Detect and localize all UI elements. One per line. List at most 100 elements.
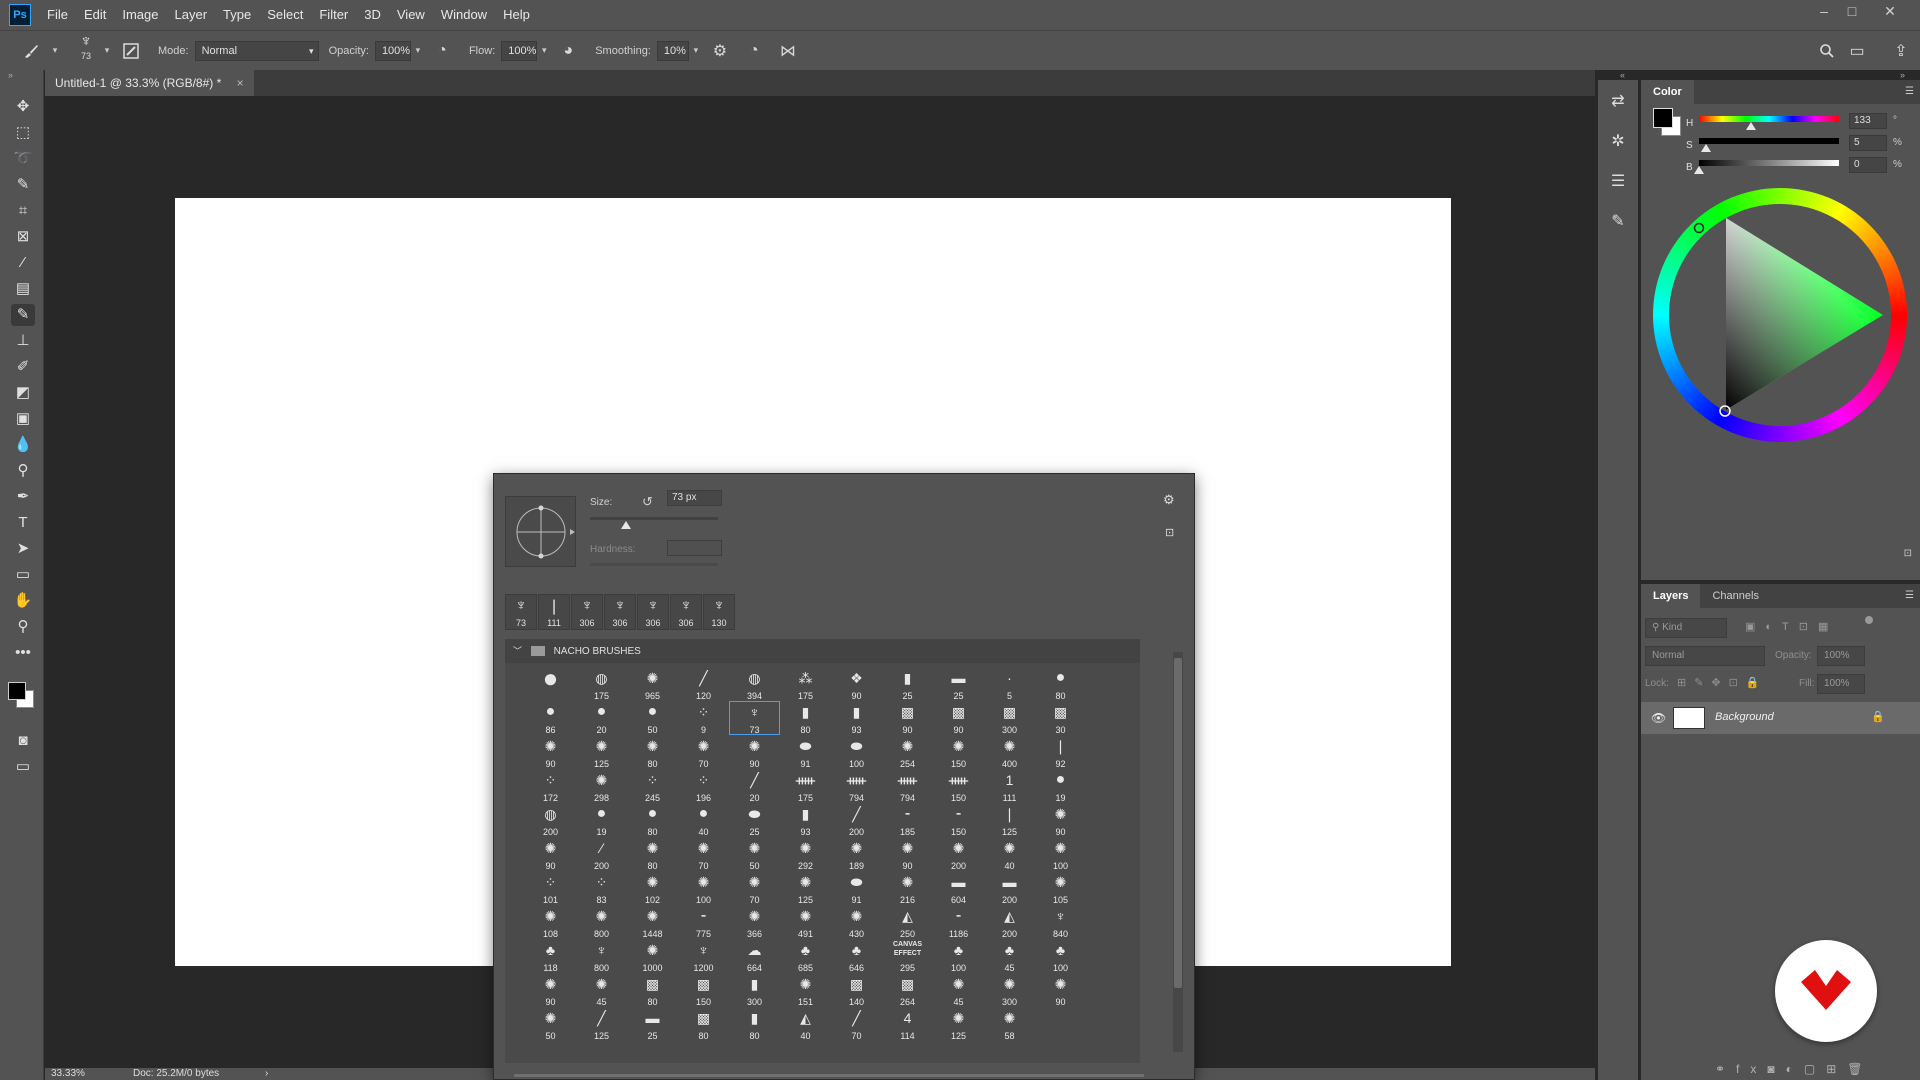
horizontal-scrollbar[interactable] xyxy=(514,1074,1144,1077)
recent-brush[interactable]: ❘ 111 xyxy=(538,594,570,630)
brush-preset[interactable]: ⁘ 196 xyxy=(678,769,729,803)
brush-preset[interactable]: ▮ 93 xyxy=(831,701,882,735)
brush-preset[interactable]: ⁄ 200 xyxy=(576,837,627,871)
layer-opacity-input[interactable]: 100% xyxy=(1817,646,1865,666)
gear-icon[interactable]: ⚙ xyxy=(1163,492,1175,508)
brush-preset[interactable]: ✺ 100 xyxy=(1035,837,1086,871)
fill-input[interactable]: 100% xyxy=(1817,674,1865,694)
quick-mask-icon[interactable]: ◙ xyxy=(11,730,35,752)
brush-preset[interactable]: ▬ 200 xyxy=(984,871,1035,905)
brush-preset[interactable]: ✺ 108 xyxy=(525,905,576,939)
brightness-slider-thumb[interactable] xyxy=(1694,166,1704,174)
gradient-tool-icon[interactable]: ▣ xyxy=(11,408,35,430)
brush-preset[interactable]: ✺ 45 xyxy=(576,973,627,1007)
brush-tool-icon[interactable] xyxy=(20,40,42,62)
hue-input[interactable]: 133 xyxy=(1849,113,1887,129)
brush-preset[interactable]: ● 40 xyxy=(678,803,729,837)
brush-preset[interactable]: ▮ 80 xyxy=(729,1007,780,1041)
brush-preset[interactable]: ☁ 664 xyxy=(729,939,780,973)
lasso-tool-icon[interactable]: ➰ xyxy=(11,148,35,170)
maximize-button[interactable]: □ xyxy=(1838,0,1866,22)
brush-preset[interactable]: ▮ 80 xyxy=(780,701,831,735)
chevron-down-icon[interactable]: ﹀ xyxy=(513,646,522,656)
document-tab[interactable]: Untitled-1 @ 33.3% (RGB/8#) * × xyxy=(45,70,254,96)
menu-view[interactable]: View xyxy=(389,0,433,30)
brush-preset[interactable]: ● 50 xyxy=(627,701,678,735)
brush-preset[interactable]: ♣ 685 xyxy=(780,939,831,973)
menu-select[interactable]: Select xyxy=(259,0,311,30)
brush-preset[interactable]: ▩ 300 xyxy=(984,701,1035,735)
brush-preset[interactable]: ✺ 105 xyxy=(1035,871,1086,905)
brush-preset[interactable]: ᚔ 175 xyxy=(780,769,831,803)
brush-tool-icon[interactable]: ✎ xyxy=(11,304,35,326)
brushes-panel-icon[interactable]: ✎ xyxy=(1606,210,1630,234)
brush-preset[interactable]: ᚔ 794 xyxy=(831,769,882,803)
brush-preset[interactable]: ✺ 40 xyxy=(984,837,1035,871)
recent-brush[interactable]: ♆ 130 xyxy=(703,594,735,630)
healing-brush-tool-icon[interactable]: ▤ xyxy=(11,278,35,300)
brush-preset[interactable]: ⬬ 25 xyxy=(729,803,780,837)
zoom-tool-icon[interactable]: ⚲ xyxy=(11,616,35,638)
brush-preset[interactable]: ▬ 604 xyxy=(933,871,984,905)
brush-preset[interactable]: ✺ 50 xyxy=(729,837,780,871)
menu-edit[interactable]: Edit xyxy=(76,0,114,30)
menu-help[interactable]: Help xyxy=(495,0,538,30)
move-tool-icon[interactable]: ✥ xyxy=(11,96,35,118)
recent-brush[interactable]: ♆ 306 xyxy=(571,594,603,630)
brush-preset[interactable]: ▮ 93 xyxy=(780,803,831,837)
brush-preset[interactable]: ✺ 90 xyxy=(525,837,576,871)
brush-preset[interactable]: ● 19 xyxy=(576,803,627,837)
brush-preset[interactable]: ▩ 80 xyxy=(678,1007,729,1041)
mode-select[interactable]: Normal ▾ xyxy=(194,40,319,61)
brush-preset[interactable]: ✺ 80 xyxy=(627,837,678,871)
layer-filter-icons[interactable]: ▣◐T⊡▦ xyxy=(1745,620,1838,633)
brush-preset[interactable]: ▬ 25 xyxy=(627,1007,678,1041)
brush-preset[interactable]: ⁃ 150 xyxy=(933,803,984,837)
brush-preset[interactable]: ● 20 xyxy=(576,701,627,735)
brush-preset[interactable]: ❘ 92 xyxy=(1035,735,1086,769)
menu-image[interactable]: Image xyxy=(114,0,166,30)
brush-preset[interactable]: ♣ 100 xyxy=(933,939,984,973)
recent-brush[interactable]: ♆ 306 xyxy=(670,594,702,630)
lock-icons[interactable]: ⊞✎✥⊡🔒 xyxy=(1677,676,1768,689)
brush-preset[interactable]: ◍ 394 xyxy=(729,667,780,701)
brush-preset[interactable]: ✺ 430 xyxy=(831,905,882,939)
brush-preset[interactable]: ✺ 800 xyxy=(576,905,627,939)
blend-mode-select[interactable]: Normal xyxy=(1645,646,1765,666)
frame-tool-icon[interactable]: ⊠ xyxy=(11,226,35,248)
brush-preset[interactable]: ● 19 xyxy=(1035,769,1086,803)
brush-preset[interactable]: ◭ 250 xyxy=(882,905,933,939)
more-tools-icon[interactable]: ••• xyxy=(11,642,35,664)
brush-preset[interactable]: ✺ 254 xyxy=(882,735,933,769)
brush-preset[interactable]: ✺ 90 xyxy=(882,837,933,871)
brush-preset[interactable]: ▩ 30 xyxy=(1035,701,1086,735)
brush-preset[interactable]: ● 86 xyxy=(525,701,576,735)
history-brush-tool-icon[interactable]: ✐ xyxy=(11,356,35,378)
brush-preset[interactable]: ▮ 25 xyxy=(882,667,933,701)
type-tool-icon[interactable]: T xyxy=(11,512,35,534)
path-selection-tool-icon[interactable]: ➤ xyxy=(11,538,35,560)
brush-preset[interactable]: ✺ 400 xyxy=(984,735,1035,769)
collapse-strip-icon[interactable]: « xyxy=(1620,70,1625,80)
tab-color[interactable]: Color xyxy=(1641,80,1694,104)
scrollbar-thumb[interactable] xyxy=(1174,658,1182,988)
brush-preset[interactable]: ♆ 800 xyxy=(576,939,627,973)
brush-preset[interactable]: ⬬ 91 xyxy=(831,871,882,905)
dodge-tool-icon[interactable]: ⚲ xyxy=(11,460,35,482)
brush-preset[interactable]: ✺ 90 xyxy=(729,735,780,769)
recent-brush[interactable]: ♆ 73 xyxy=(505,594,537,630)
hue-slider-thumb[interactable] xyxy=(1745,122,1756,130)
recent-brush[interactable]: ♆ 306 xyxy=(637,594,669,630)
brush-preset[interactable]: ▩ 80 xyxy=(627,973,678,1007)
reset-size-icon[interactable]: ↺ xyxy=(642,494,653,510)
brush-preset[interactable]: ✺ 80 xyxy=(627,735,678,769)
brush-preset[interactable]: ⁘ 172 xyxy=(525,769,576,803)
brush-preset[interactable]: ♣ 646 xyxy=(831,939,882,973)
brush-preset[interactable]: ▩ 90 xyxy=(933,701,984,735)
collapse-panels-icon[interactable]: » xyxy=(1900,70,1905,80)
brush-preset[interactable]: ✺ 50 xyxy=(525,1007,576,1041)
brush-preset[interactable]: ⁘ 101 xyxy=(525,871,576,905)
brush-preset[interactable]: ♆ 73 xyxy=(729,701,780,735)
pressure-opacity-icon[interactable]: ◔ xyxy=(431,40,453,62)
history-icon[interactable]: ⇄ xyxy=(1606,90,1630,114)
